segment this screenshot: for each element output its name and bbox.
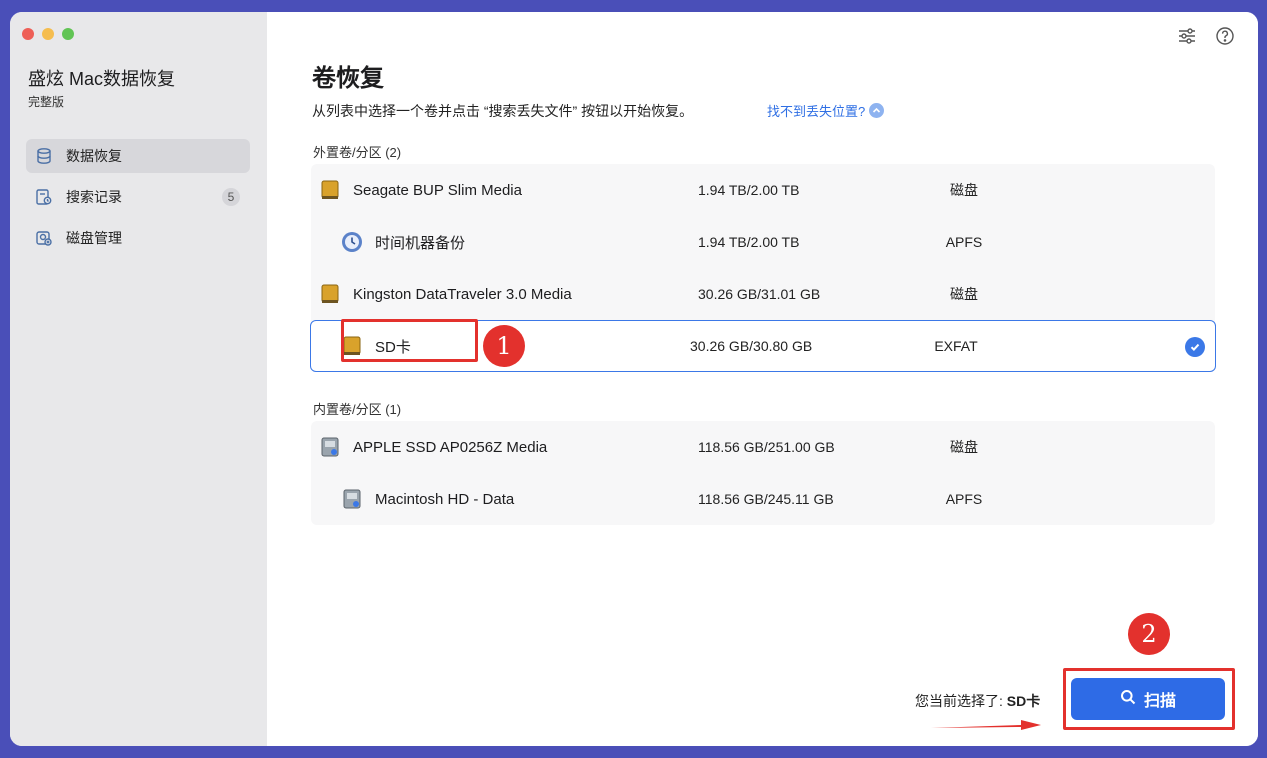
close-window-button[interactable]	[22, 28, 34, 40]
volume-size: 118.56 GB/245.11 GB	[698, 491, 834, 507]
chevron-up-icon	[869, 103, 885, 118]
database-icon	[34, 146, 54, 166]
app-name: 盛炫 Mac数据恢复	[28, 69, 176, 89]
minimize-window-button[interactable]	[42, 28, 54, 40]
top-toolbar	[1176, 25, 1236, 47]
volume-row[interactable]: 时间机器备份 1.94 TB/2.00 TB APFS	[311, 216, 1215, 268]
main-panel: 卷恢复 从列表中选择一个卷并点击 “搜索丢失文件” 按钮以开始恢复。 找不到丢失…	[267, 12, 1258, 746]
volume-size: 1.94 TB/2.00 TB	[698, 234, 800, 250]
volume-name: 时间机器备份	[375, 234, 466, 252]
volume-row[interactable]: Kingston DataTraveler 3.0 Media 30.26 GB…	[311, 268, 1215, 320]
page-title: 卷恢复	[312, 65, 384, 92]
volume-fs: APFS	[945, 491, 983, 507]
cannot-find-location-link[interactable]: 找不到丢失位置?	[767, 101, 885, 120]
sidebar-item-label: 磁盘管理	[66, 230, 122, 246]
disk-management-icon	[34, 228, 54, 248]
volume-fs: EXFAT	[934, 338, 978, 354]
volume-fs: 磁盘	[950, 286, 978, 302]
sidebar-item-disk-management[interactable]: 磁盘管理	[26, 221, 250, 255]
app-edition: 完整版	[28, 95, 65, 109]
internal-disk-icon	[319, 436, 341, 458]
volume-size: 30.26 GB/30.80 GB	[690, 338, 813, 354]
annotation-highlight-box	[1063, 668, 1235, 730]
annotation-highlight-box	[341, 319, 478, 362]
internal-disk-icon	[341, 488, 363, 510]
help-icon[interactable]	[1214, 25, 1236, 47]
internal-volume-list: APPLE SSD AP0256Z Media 118.56 GB/251.00…	[311, 421, 1215, 525]
annotation-step-marker: 2	[1128, 613, 1170, 655]
external-drive-icon	[319, 283, 341, 305]
help-link-label: 找不到丢失位置?	[767, 104, 866, 119]
selected-check-icon	[1185, 337, 1205, 357]
volume-row[interactable]: Seagate BUP Slim Media 1.94 TB/2.00 TB 磁…	[311, 164, 1215, 216]
sidebar: 盛炫 Mac数据恢复 完整版 数据恢复 搜索记录 5 磁盘管理	[10, 12, 267, 746]
external-section-label: 外置卷/分区 (2)	[313, 145, 402, 160]
internal-section-label: 内置卷/分区 (1)	[313, 402, 402, 417]
external-drive-icon	[319, 179, 341, 201]
volume-size: 30.26 GB/31.01 GB	[698, 286, 821, 302]
volume-name: Macintosh HD - Data	[375, 490, 515, 508]
page-subtitle: 从列表中选择一个卷并点击 “搜索丢失文件” 按钮以开始恢复。	[312, 103, 694, 119]
volume-name: Kingston DataTraveler 3.0 Media	[353, 285, 572, 303]
volume-size: 118.56 GB/251.00 GB	[698, 439, 835, 455]
sidebar-item-search-history[interactable]: 搜索记录 5	[26, 180, 250, 214]
annotation-step-marker: 1	[483, 325, 525, 367]
app-window: 盛炫 Mac数据恢复 完整版 数据恢复 搜索记录 5 磁盘管理 卷恢复 从列表中…	[10, 12, 1258, 746]
sidebar-item-label: 搜索记录	[66, 189, 122, 205]
settings-sliders-icon[interactable]	[1176, 25, 1198, 47]
volume-row[interactable]: APPLE SSD AP0256Z Media 118.56 GB/251.00…	[311, 421, 1215, 473]
current-selection-value: SD卡	[1006, 693, 1041, 709]
current-selection-text: 您当前选择了: SD卡	[915, 691, 1040, 711]
volume-row[interactable]: Macintosh HD - Data 118.56 GB/245.11 GB …	[311, 473, 1215, 525]
sidebar-item-label: 数据恢复	[66, 148, 122, 164]
volume-fs: APFS	[945, 234, 983, 250]
volume-name: Seagate BUP Slim Media	[353, 181, 522, 199]
volume-name: APPLE SSD AP0256Z Media	[353, 438, 548, 456]
annotation-arrow-icon	[931, 720, 1041, 730]
sidebar-nav: 数据恢复 搜索记录 5 磁盘管理	[26, 139, 250, 262]
sidebar-item-data-recovery[interactable]: 数据恢复	[26, 139, 250, 173]
volume-fs: 磁盘	[950, 439, 978, 455]
volume-size: 1.94 TB/2.00 TB	[698, 182, 800, 198]
zoom-window-button[interactable]	[62, 28, 74, 40]
volume-fs: 磁盘	[950, 182, 978, 198]
window-controls	[22, 28, 74, 40]
time-machine-icon	[341, 231, 363, 253]
current-selection-prefix: 您当前选择了:	[915, 693, 1003, 709]
search-history-count-badge: 5	[222, 188, 240, 206]
search-history-icon	[34, 187, 54, 207]
